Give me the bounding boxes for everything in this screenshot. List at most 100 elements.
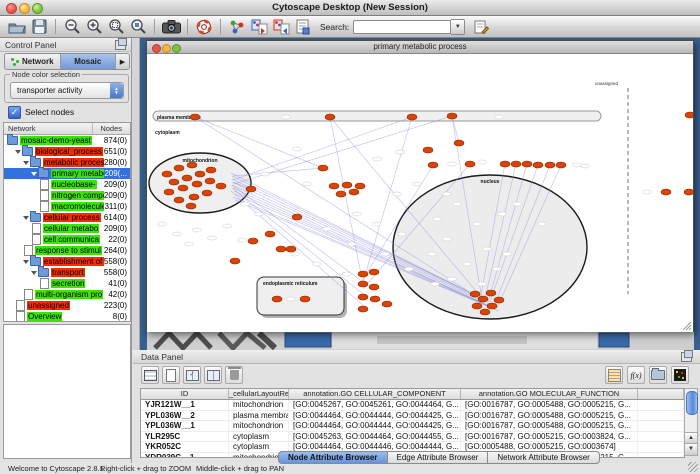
graph-node[interactable] [272, 296, 282, 302]
graph-node[interactable] [358, 306, 368, 312]
graph-node[interactable] [206, 167, 216, 173]
tree-row[interactable]: metabolic process280(0) [4, 157, 130, 168]
new-attribute-icon[interactable] [162, 366, 180, 384]
tree-row[interactable]: transport558(0) [4, 267, 130, 278]
create-network-icon[interactable] [226, 17, 248, 36]
import-network-icon[interactable] [248, 17, 270, 36]
graph-node[interactable] [454, 140, 464, 146]
tree-row[interactable]: cell communica22(0) [4, 234, 130, 245]
expand-arrow-icon[interactable] [31, 271, 37, 275]
expand-arrow-icon[interactable] [31, 172, 37, 176]
search-input[interactable] [353, 20, 451, 34]
graph-node[interactable] [556, 162, 566, 168]
graph-node[interactable] [369, 284, 379, 290]
birds-eye-view[interactable] [3, 324, 131, 459]
zoom-selected-icon[interactable] [127, 17, 149, 36]
graph-node[interactable] [465, 161, 475, 167]
graph-edge[interactable] [232, 185, 363, 282]
graph-node[interactable] [174, 197, 184, 203]
tab-node-attribute-browser[interactable]: Node Attribute Browser [278, 451, 388, 464]
graph-node[interactable] [246, 186, 256, 192]
zoom-in-icon[interactable] [83, 17, 105, 36]
expand-arrow-icon[interactable] [15, 150, 21, 154]
zoom-fit-icon[interactable] [105, 17, 127, 36]
graph-node[interactable] [318, 165, 328, 171]
attribute-table-mode-icon[interactable] [141, 366, 159, 384]
unselect-attributes-icon[interactable] [204, 366, 222, 384]
graph-node[interactable] [216, 183, 226, 189]
expand-arrow-icon[interactable] [23, 260, 29, 264]
table-column-header[interactable]: annotation.GO CELLULAR_COMPONENT [289, 389, 461, 399]
select-nodes-checkbox[interactable]: ✓ [8, 106, 21, 119]
graph-node[interactable] [286, 246, 296, 252]
tree-row[interactable]: multi-organism pro42(0) [4, 289, 130, 300]
tab-network-attribute-browser[interactable]: Network Attribute Browser [488, 451, 599, 464]
export-network-icon[interactable] [270, 17, 292, 36]
graph-node[interactable] [325, 114, 335, 120]
graph-node[interactable] [174, 165, 184, 171]
annotation-icon[interactable] [292, 17, 314, 36]
app-resize-grip[interactable] [688, 462, 698, 472]
tab-mosaic[interactable]: Mosaic [61, 54, 117, 69]
float-data-panel-icon[interactable] [681, 352, 692, 362]
table-column-header[interactable]: _cellularLayoutRegion [229, 389, 289, 399]
tab-overflow-arrow[interactable]: ▶ [116, 54, 129, 69]
graph-node[interactable] [661, 189, 671, 195]
table-column-header[interactable]: annotation.GO MOLECULAR_FUNCTION [461, 389, 638, 399]
graph-node[interactable] [187, 162, 197, 168]
graph-node[interactable] [486, 290, 496, 296]
graph-node[interactable] [186, 203, 196, 209]
tab-network[interactable]: Network [5, 54, 61, 69]
select-attributes-icon[interactable]: ✓ [183, 366, 201, 384]
table-row[interactable]: YPL036W__1mitochondrion[GO:0044464, GO:0… [141, 421, 684, 432]
network-canvas[interactable]: plasma membrane cytoplasm mitochondrion … [147, 54, 693, 332]
tree-column-network[interactable]: Network [4, 124, 36, 133]
plasma-membrane-region[interactable] [153, 111, 601, 121]
graph-node[interactable] [300, 296, 310, 302]
graph-node[interactable] [545, 162, 555, 168]
graph-node[interactable] [190, 114, 200, 120]
tree-row[interactable]: primary metabo209(... [4, 168, 130, 179]
graph-node[interactable] [478, 296, 488, 302]
graph-node[interactable] [358, 294, 368, 300]
graph-node[interactable] [192, 181, 202, 187]
scrollbar-thumb[interactable] [686, 391, 698, 415]
graph-node[interactable] [472, 303, 482, 309]
tree-row[interactable]: establishment of lo558(0) [4, 256, 130, 267]
graph-node[interactable] [178, 185, 188, 191]
graph-node[interactable] [230, 258, 240, 264]
tree-row[interactable]: cellular metabo209(0) [4, 223, 130, 234]
graph-node[interactable] [487, 303, 497, 309]
graph-node[interactable] [342, 182, 352, 188]
graph-node[interactable] [358, 281, 368, 287]
graph-node[interactable] [355, 183, 365, 189]
graph-node[interactable] [276, 246, 286, 252]
graph-node[interactable] [533, 162, 543, 168]
graph-node[interactable] [511, 161, 521, 167]
graph-node[interactable] [684, 189, 693, 195]
graph-node[interactable] [248, 238, 258, 244]
panel-splitter[interactable] [132, 38, 140, 350]
attribute-matrix-icon[interactable] [671, 366, 689, 384]
network-tree-header[interactable]: Network Nodes [4, 123, 130, 135]
snapshot-camera-icon[interactable] [160, 17, 182, 36]
search-dropdown-arrow[interactable]: ▼ [451, 19, 465, 35]
graph-node[interactable] [349, 189, 359, 195]
expand-arrow-icon[interactable] [23, 161, 29, 165]
scroll-down-arrow[interactable]: ▼ [685, 443, 697, 455]
table-column-header[interactable]: ID [141, 389, 229, 399]
network-view-window[interactable]: primary metabolic process plasma membran… [146, 40, 694, 332]
graph-node[interactable] [480, 309, 490, 315]
float-panel-icon[interactable] [115, 40, 126, 50]
table-row[interactable]: YLR295Ccytoplasm[GO:0045263, GO:0044464,… [141, 432, 684, 443]
graph-node[interactable] [202, 190, 212, 196]
tree-row[interactable]: cellular process614(0) [4, 212, 130, 223]
graph-node[interactable] [195, 171, 205, 177]
save-session-icon[interactable] [28, 17, 50, 36]
graph-node[interactable] [292, 214, 302, 220]
tree-row[interactable]: nitrogen compo209(0) [4, 190, 130, 201]
graph-node[interactable] [382, 301, 392, 307]
tree-row[interactable]: nucleobase-209(0) [4, 179, 130, 190]
graph-node[interactable] [189, 194, 199, 200]
tree-row[interactable]: response to stimul264(0) [4, 245, 130, 256]
